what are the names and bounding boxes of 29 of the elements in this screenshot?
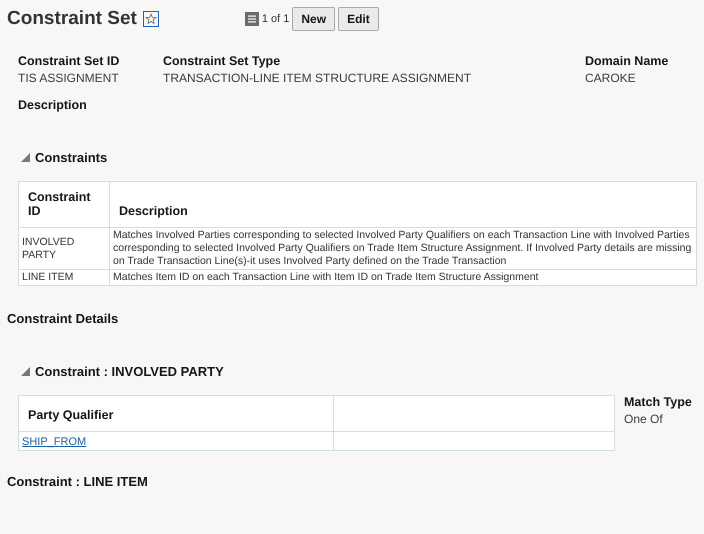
field-value: TRANSACTION-LINE ITEM STRUCTURE ASSIGNMENT	[163, 71, 472, 85]
field-value: One Of	[624, 412, 664, 426]
field-label: Match Type	[624, 395, 692, 409]
table-cell: INVOLVED PARTY	[18, 228, 110, 270]
record-count: 1 of 1	[262, 13, 290, 25]
field-value: TIS ASSIGNMENT	[18, 71, 120, 85]
qualifier-link[interactable]: SHIP_FROM	[22, 436, 86, 448]
section-title: Constraints	[35, 150, 108, 165]
field-label: Description	[18, 98, 88, 112]
column-header: Description	[110, 182, 696, 228]
field-label: Domain Name	[585, 54, 668, 68]
field-label: Constraint Set Type	[163, 54, 282, 68]
column-header: Constraint ID	[18, 182, 110, 228]
field-label: Constraint Set ID	[18, 54, 120, 68]
list-icon[interactable]	[244, 12, 259, 26]
section-title: Constraint : INVOLVED PARTY	[35, 364, 224, 379]
field-value: CAROKE	[585, 71, 637, 85]
table-cell: Matches Item ID on each Transaction Line with Item ID on Trade Item Structure Assignment	[110, 270, 696, 286]
collapse-triangle-icon[interactable]	[21, 367, 30, 376]
toolbar-button[interactable]: Edit	[338, 7, 379, 31]
section-title: Constraint : LINE ITEM	[7, 474, 148, 489]
favorite-star-icon[interactable]	[142, 11, 159, 27]
page-title: Constraint Set	[7, 8, 137, 30]
section-title: Constraint Details	[7, 311, 120, 326]
collapse-triangle-icon[interactable]	[21, 153, 30, 162]
column-header: Party Qualifier	[18, 396, 334, 432]
toolbar-button[interactable]: New	[292, 7, 336, 31]
table-cell: Matches Involved Parties corresponding to selected Involved Party Qualifiers on each Transaction Line with Involved Parties corresponding to selected Involved Party Qualifiers on Trade Item Structure Assignment. If Involved Party details are missing on Trade Transaction Line(s)-it uses Involved Party defined on the Trade Transaction	[110, 228, 696, 270]
table-cell: LINE ITEM	[18, 270, 110, 286]
